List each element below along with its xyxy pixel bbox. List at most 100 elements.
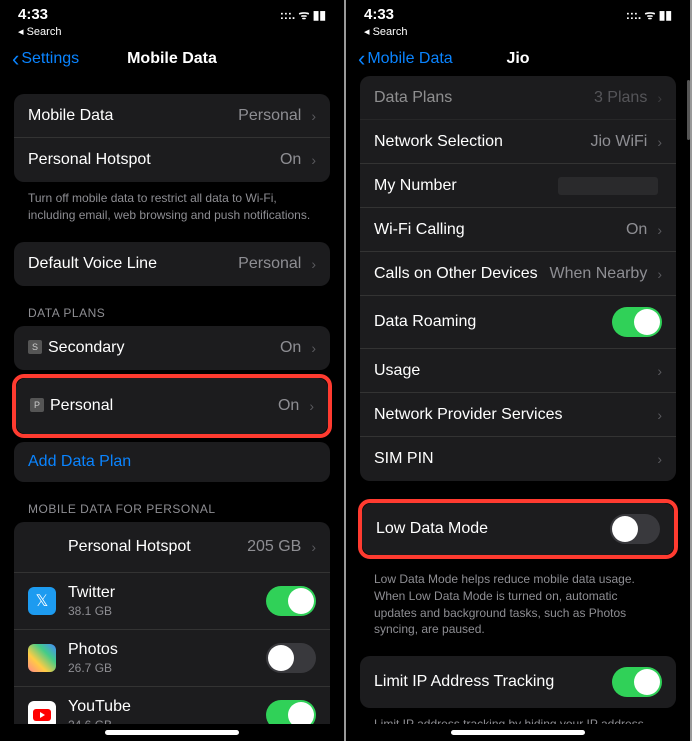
chevron-right-icon: › xyxy=(309,398,314,414)
limit-ip-toggle[interactable] xyxy=(612,667,662,697)
chevron-right-icon: › xyxy=(657,222,662,238)
highlight-personal-plan: PPersonal On › xyxy=(12,374,332,438)
data-roaming-toggle[interactable] xyxy=(612,307,662,337)
app-size: 24.6 GB xyxy=(68,718,266,724)
status-bar: 4:33 :::. ᯤ ▮▮ xyxy=(346,0,690,25)
chevron-right-icon: › xyxy=(657,90,662,106)
row-label: Default Voice Line xyxy=(28,255,238,273)
youtube-toggle[interactable] xyxy=(266,700,316,724)
nav-bar: ‹ Mobile Data Jio xyxy=(346,42,690,76)
row-value: On xyxy=(280,151,301,169)
row-label: Usage xyxy=(374,362,651,380)
row-label: Personal Hotspot xyxy=(68,538,247,556)
back-label: Settings xyxy=(21,50,79,68)
row-label: Wi-Fi Calling xyxy=(374,221,626,239)
highlight-low-data-mode: Low Data Mode xyxy=(358,499,678,559)
row-label: My Number xyxy=(374,177,558,195)
sim-icon: P xyxy=(30,398,44,412)
row-value: Personal xyxy=(238,255,301,273)
chevron-right-icon: › xyxy=(657,407,662,423)
provider-services-row[interactable]: Network Provider Services › xyxy=(360,393,676,437)
row-label: SIM PIN xyxy=(374,450,651,468)
home-indicator[interactable] xyxy=(105,730,239,735)
limit-ip-footer: Limit IP address tracking by hiding your… xyxy=(360,708,676,724)
chevron-right-icon: › xyxy=(311,108,316,124)
personal-hotspot-row[interactable]: Personal Hotspot On › xyxy=(14,138,330,182)
youtube-row: YouTube 24.6 GB xyxy=(14,687,330,724)
wifi-calling-row[interactable]: Wi-Fi Calling On › xyxy=(360,208,676,252)
row-value: On xyxy=(626,221,647,239)
add-plan-group: Add Data Plan xyxy=(14,442,330,482)
chevron-right-icon: › xyxy=(311,256,316,272)
chevron-right-icon: › xyxy=(657,134,662,150)
photos-toggle[interactable] xyxy=(266,643,316,673)
row-value: 3 Plans xyxy=(594,89,647,107)
chevron-right-icon: › xyxy=(311,340,316,356)
personal-plan-row[interactable]: PPersonal On › xyxy=(16,378,328,434)
limit-ip-group: Limit IP Address Tracking xyxy=(360,656,676,708)
twitter-row: 𝕏 Twitter 38.1 GB xyxy=(14,573,330,630)
right-screenshot: 4:33 :::. ᯤ ▮▮ ◂ Search ‹ Mobile Data Ji… xyxy=(346,0,692,741)
my-number-row[interactable]: My Number xyxy=(360,164,676,208)
default-voice-line-row[interactable]: Default Voice Line Personal › xyxy=(14,242,330,286)
app-name: Twitter xyxy=(68,584,266,602)
home-indicator[interactable] xyxy=(451,730,585,735)
calls-other-devices-row[interactable]: Calls on Other Devices When Nearby › xyxy=(360,252,676,296)
low-data-mode-row: Low Data Mode xyxy=(362,503,674,555)
twitter-icon: 𝕏 xyxy=(28,587,56,615)
back-to-search[interactable]: ◂ Search xyxy=(346,25,690,42)
mobile-data-group: Mobile Data Personal › Personal Hotspot … xyxy=(14,94,330,182)
status-bar: 4:33 :::. ᯤ ▮▮ xyxy=(0,0,344,25)
content[interactable]: Mobile Data Personal › Personal Hotspot … xyxy=(0,76,344,724)
usage-group: Personal Hotspot 205 GB › 𝕏 Twitter 38.1 … xyxy=(14,522,330,724)
photos-icon xyxy=(28,644,56,672)
voice-line-group: Default Voice Line Personal › xyxy=(14,242,330,286)
back-button[interactable]: ‹ Mobile Data xyxy=(358,50,453,68)
settings-group: Data Plans 3 Plans › Network Selection J… xyxy=(360,76,676,481)
app-name: Photos xyxy=(68,641,266,659)
footer-text: Turn off mobile data to restrict all dat… xyxy=(14,182,330,224)
chevron-right-icon: › xyxy=(311,539,316,555)
twitter-toggle[interactable] xyxy=(266,586,316,616)
app-name: YouTube xyxy=(68,698,266,716)
row-value: When Nearby xyxy=(550,265,648,283)
row-label: Network Provider Services xyxy=(374,406,651,424)
usage-row[interactable]: Usage › xyxy=(360,349,676,393)
data-plans-header: DATA PLANS xyxy=(14,286,330,326)
chevron-right-icon: › xyxy=(311,152,316,168)
status-icons: :::. ᯤ ▮▮ xyxy=(626,6,672,23)
hotspot-usage-row[interactable]: Personal Hotspot 205 GB › xyxy=(14,522,330,573)
sim-pin-row[interactable]: SIM PIN › xyxy=(360,437,676,481)
add-data-plan-button[interactable]: Add Data Plan xyxy=(14,442,330,482)
content[interactable]: Data Plans 3 Plans › Network Selection J… xyxy=(346,76,690,724)
row-label: Calls on Other Devices xyxy=(374,265,550,283)
row-label: Personal Hotspot xyxy=(28,151,280,169)
data-plans-group: SSecondary On › xyxy=(14,326,330,370)
chevron-right-icon: › xyxy=(657,451,662,467)
low-data-footer: Low Data Mode helps reduce mobile data u… xyxy=(360,563,676,638)
time: 4:33 xyxy=(364,6,394,23)
low-data-mode-toggle[interactable] xyxy=(610,514,660,544)
limit-ip-tracking-row: Limit IP Address Tracking xyxy=(360,656,676,708)
secondary-plan-row[interactable]: SSecondary On › xyxy=(14,326,330,370)
left-screenshot: 4:33 :::. ᯤ ▮▮ ◂ Search ‹ Settings Mobil… xyxy=(0,0,346,741)
chevron-right-icon: › xyxy=(657,363,662,379)
data-roaming-row: Data Roaming xyxy=(360,296,676,349)
back-button[interactable]: ‹ Settings xyxy=(12,50,79,68)
row-label: Network Selection xyxy=(374,133,590,151)
mobile-data-row[interactable]: Mobile Data Personal › xyxy=(14,94,330,138)
row-value: On xyxy=(280,339,301,357)
row-value: Personal xyxy=(238,107,301,125)
row-label: Low Data Mode xyxy=(376,520,610,538)
back-label: Mobile Data xyxy=(367,50,452,68)
row-label: PPersonal xyxy=(30,397,278,415)
row-label: Data Plans xyxy=(374,89,594,107)
app-size: 38.1 GB xyxy=(68,604,266,618)
data-plans-row[interactable]: Data Plans 3 Plans › xyxy=(360,76,676,120)
photos-row: Photos26.7 GB xyxy=(14,630,330,687)
row-label: SSecondary xyxy=(28,339,280,357)
back-to-search[interactable]: ◂ Search xyxy=(0,25,344,42)
network-selection-row[interactable]: Network Selection Jio WiFi › xyxy=(360,120,676,164)
chevron-right-icon: › xyxy=(657,266,662,282)
youtube-icon xyxy=(28,701,56,724)
